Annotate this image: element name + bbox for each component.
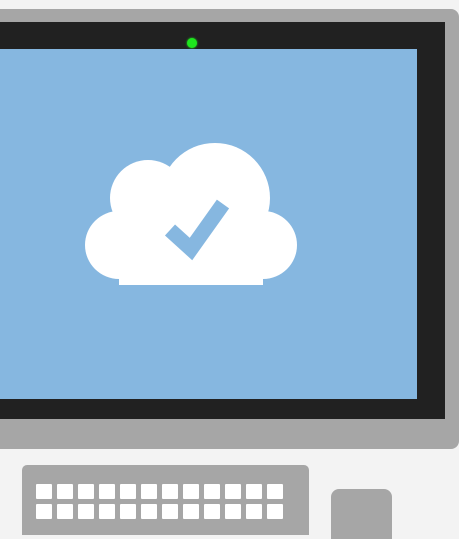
keyboard-key — [204, 484, 220, 499]
keyboard-key — [57, 504, 73, 519]
cloud-check-icon — [85, 143, 297, 285]
keyboard-key — [162, 484, 178, 499]
keyboard-key — [183, 504, 199, 519]
keyboard-keys — [36, 484, 283, 519]
cloud-shape — [85, 143, 297, 285]
keyboard-key — [162, 504, 178, 519]
keyboard-key — [36, 484, 52, 499]
mouse — [331, 489, 392, 539]
keyboard-key — [246, 484, 262, 499]
keyboard-key — [99, 504, 115, 519]
keyboard-key — [267, 484, 283, 499]
keyboard-key — [204, 504, 220, 519]
keyboard-key — [225, 484, 241, 499]
keyboard-key — [246, 504, 262, 519]
keyboard-key — [120, 484, 136, 499]
keyboard-key — [78, 504, 94, 519]
keyboard-key — [267, 504, 283, 519]
webcam-led — [187, 38, 197, 48]
keyboard-key — [225, 504, 241, 519]
keyboard-key — [36, 504, 52, 519]
keyboard-key — [78, 484, 94, 499]
keyboard-key — [183, 484, 199, 499]
keyboard-key — [141, 504, 157, 519]
keyboard-key — [141, 484, 157, 499]
keyboard-key — [99, 484, 115, 499]
keyboard-key — [57, 484, 73, 499]
keyboard-key — [120, 504, 136, 519]
